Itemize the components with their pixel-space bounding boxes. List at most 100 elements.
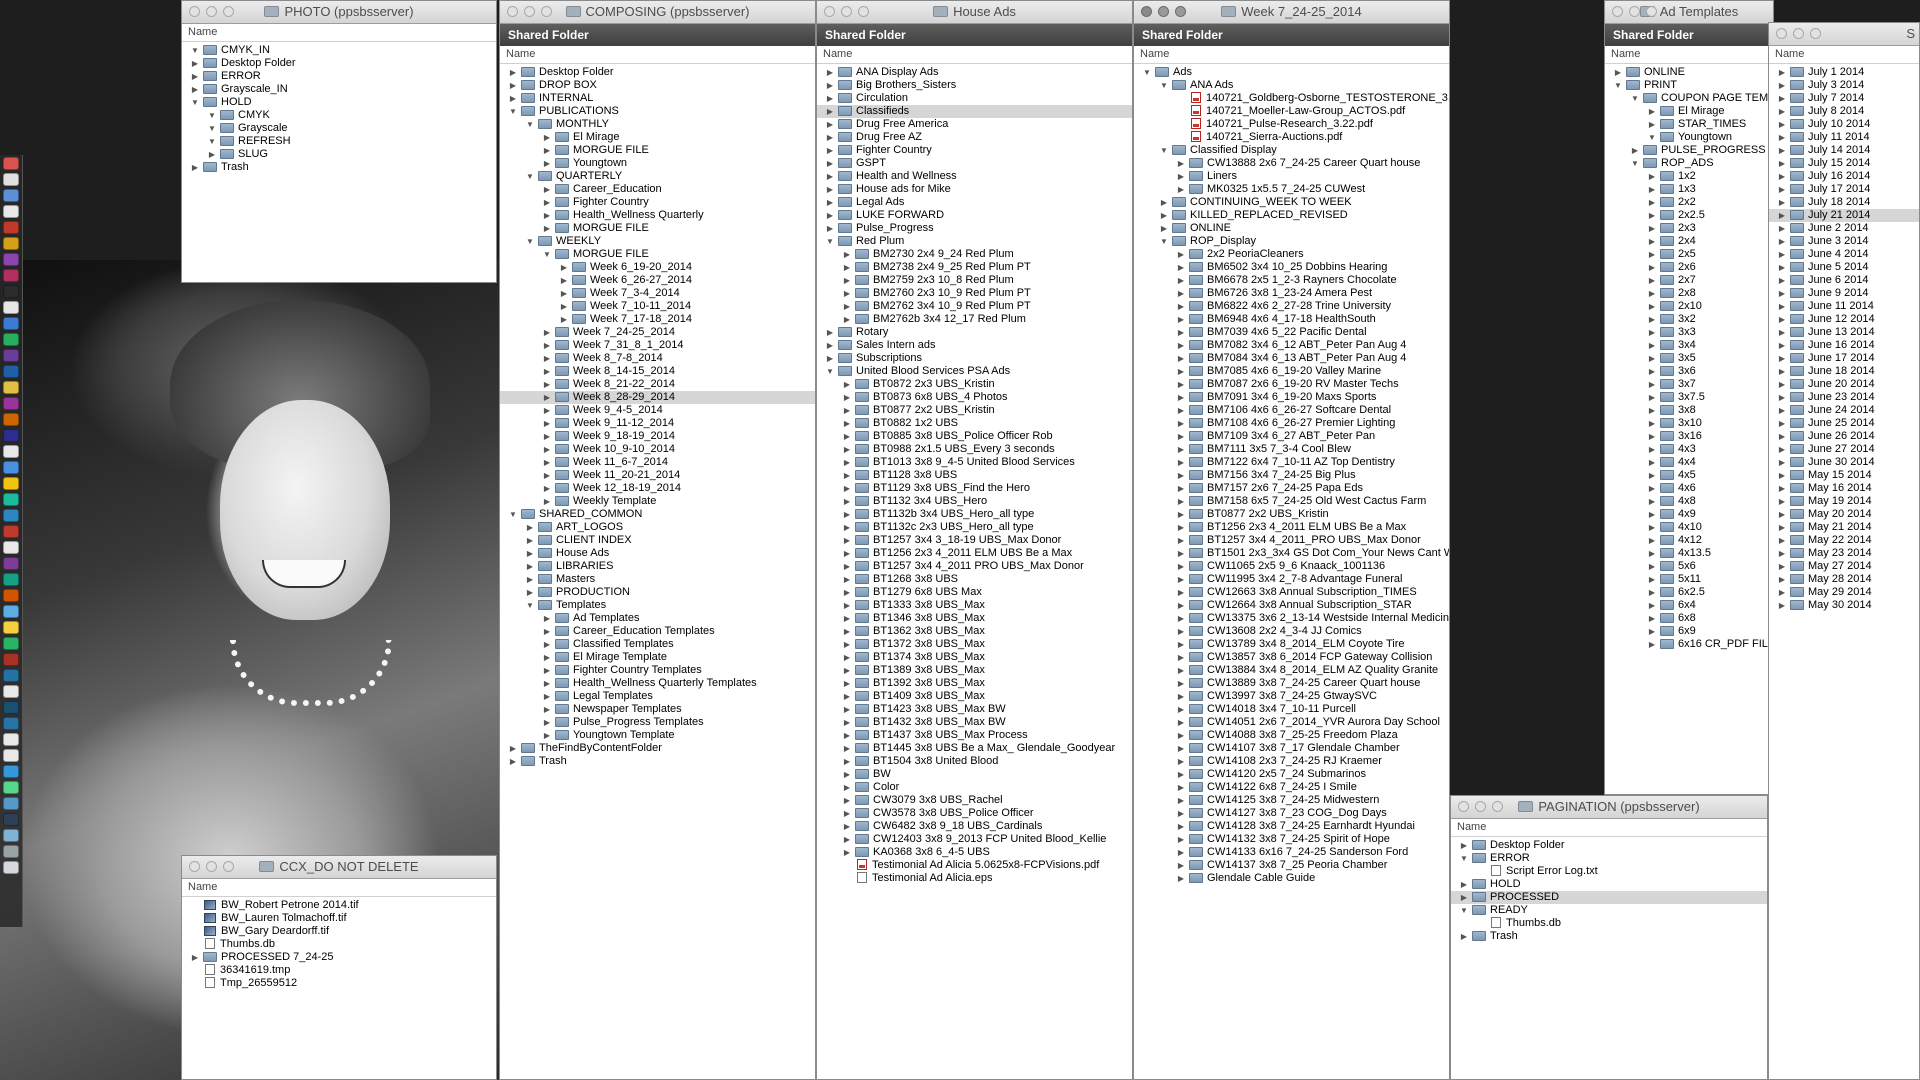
- disclosure-collapsed-icon[interactable]: ▶: [1176, 742, 1186, 755]
- folder-row[interactable]: ▶ Legal Ads: [817, 196, 1132, 209]
- disclosure-collapsed-icon[interactable]: ▶: [1777, 404, 1787, 417]
- disclosure-collapsed-icon[interactable]: ▶: [1777, 274, 1787, 287]
- folder-row[interactable]: ▶ BM6822 4x6 2_27-28 Trine University: [1134, 300, 1449, 313]
- folder-row[interactable]: ▶ CW14108 2x3 7_24-25 RJ Kraemer: [1134, 755, 1449, 768]
- folder-row[interactable]: ▶ ANA Display Ads: [817, 66, 1132, 79]
- disclosure-collapsed-icon[interactable]: ▶: [542, 703, 552, 716]
- folder-row[interactable]: ▶ 2x6: [1605, 261, 1773, 274]
- disclosure-collapsed-icon[interactable]: ▶: [1777, 222, 1787, 235]
- folder-row[interactable]: ▶ July 8 2014: [1769, 105, 1919, 118]
- folder-row[interactable]: ▶ BT0872 2x3 UBS_Kristin: [817, 378, 1132, 391]
- folder-row[interactable]: ▶ Rotary: [817, 326, 1132, 339]
- disclosure-collapsed-icon[interactable]: ▶: [525, 560, 535, 573]
- folder-row[interactable]: ▶ BM7085 4x6 6_19-20 Valley Marine: [1134, 365, 1449, 378]
- folder-row[interactable]: ▼ ROP_Display: [1134, 235, 1449, 248]
- disclosure-collapsed-icon[interactable]: ▶: [190, 57, 200, 70]
- disclosure-collapsed-icon[interactable]: ▶: [842, 378, 852, 391]
- column-header-name[interactable]: Name: [182, 879, 496, 897]
- disclosure-collapsed-icon[interactable]: ▶: [842, 404, 852, 417]
- folder-row[interactable]: ▶ 3x5: [1605, 352, 1773, 365]
- folder-row[interactable]: ▶ PROCESSED: [1451, 891, 1767, 904]
- disclosure-collapsed-icon[interactable]: ▶: [1777, 313, 1787, 326]
- dock-app-icon[interactable]: [3, 637, 19, 650]
- dock-app-icon[interactable]: [3, 333, 19, 346]
- disclosure-collapsed-icon[interactable]: ▶: [842, 534, 852, 547]
- minimize-button[interactable]: [1793, 28, 1804, 39]
- disclosure-collapsed-icon[interactable]: ▶: [1647, 339, 1657, 352]
- folder-row[interactable]: ▶ STAR_TIMES: [1605, 118, 1773, 131]
- folder-row[interactable]: ▶ July 18 2014: [1769, 196, 1919, 209]
- folder-row[interactable]: ▶ Week 8_7-8_2014: [500, 352, 815, 365]
- folder-row[interactable]: ▶ June 12 2014: [1769, 313, 1919, 326]
- folder-row[interactable]: ▶ June 13 2014: [1769, 326, 1919, 339]
- disclosure-collapsed-icon[interactable]: ▶: [1777, 287, 1787, 300]
- folder-row[interactable]: ▶ Liners: [1134, 170, 1449, 183]
- folder-row[interactable]: ▶ CLIENT INDEX: [500, 534, 815, 547]
- dock-app-icon[interactable]: [3, 525, 19, 538]
- disclosure-collapsed-icon[interactable]: ▶: [1459, 930, 1469, 943]
- folder-row[interactable]: ▶ July 11 2014: [1769, 131, 1919, 144]
- folder-row[interactable]: ▶ BT1445 3x8 UBS Be a Max_ Glendale_Goody…: [817, 742, 1132, 755]
- disclosure-collapsed-icon[interactable]: ▶: [1176, 157, 1186, 170]
- folder-row[interactable]: ▶ Pulse_Progress: [817, 222, 1132, 235]
- disclosure-collapsed-icon[interactable]: ▶: [825, 131, 835, 144]
- folder-row[interactable]: ▶ CW13884 3x4 8_2014_ELM AZ Quality Grani…: [1134, 664, 1449, 677]
- disclosure-collapsed-icon[interactable]: ▶: [1176, 703, 1186, 716]
- folder-row[interactable]: ▶ BT1013 3x8 9_4-5 United Blood Services: [817, 456, 1132, 469]
- folder-row[interactable]: ▶ BT1362 3x8 UBS_Max: [817, 625, 1132, 638]
- disclosure-collapsed-icon[interactable]: ▶: [1647, 196, 1657, 209]
- disclosure-collapsed-icon[interactable]: ▶: [1647, 508, 1657, 521]
- folder-row[interactable]: ▶ CW14107 3x8 7_17 Glendale Chamber: [1134, 742, 1449, 755]
- disclosure-collapsed-icon[interactable]: ▶: [1777, 261, 1787, 274]
- dock-app-icon[interactable]: [3, 605, 19, 618]
- disclosure-collapsed-icon[interactable]: ▶: [825, 222, 835, 235]
- disclosure-collapsed-icon[interactable]: ▶: [542, 430, 552, 443]
- disclosure-collapsed-icon[interactable]: ▶: [1159, 222, 1169, 235]
- folder-row[interactable]: ▶ MORGUE FILE: [500, 144, 815, 157]
- folder-row[interactable]: ▶ CW12663 3x8 Annual Subscription_TIMES: [1134, 586, 1449, 599]
- disclosure-collapsed-icon[interactable]: ▶: [842, 742, 852, 755]
- disclosure-collapsed-icon[interactable]: ▶: [842, 612, 852, 625]
- disclosure-collapsed-icon[interactable]: ▶: [842, 248, 852, 261]
- file-row[interactable]: Thumbs.db: [182, 938, 496, 951]
- folder-row[interactable]: ▶ CW12403 3x8 9_2013 FCP United Blood_Kel…: [817, 833, 1132, 846]
- folder-row[interactable]: ▶ 2x2.5: [1605, 209, 1773, 222]
- folder-row[interactable]: ▶ BM2738 2x4 9_25 Red Plum PT: [817, 261, 1132, 274]
- folder-row[interactable]: ▶ BT1128 3x8 UBS: [817, 469, 1132, 482]
- disclosure-collapsed-icon[interactable]: ▶: [1176, 183, 1186, 196]
- disclosure-collapsed-icon[interactable]: ▶: [542, 443, 552, 456]
- window-titlebar[interactable]: S: [1769, 23, 1919, 46]
- folder-row[interactable]: ▶ Big Brothers_Sisters: [817, 79, 1132, 92]
- folder-row[interactable]: ▶ BM7156 3x4 7_24-25 Big Plus: [1134, 469, 1449, 482]
- disclosure-collapsed-icon[interactable]: ▶: [1777, 430, 1787, 443]
- disclosure-expanded-icon[interactable]: ▼: [1142, 66, 1152, 79]
- dock-app-icon[interactable]: [3, 621, 19, 634]
- close-button[interactable]: [189, 861, 200, 872]
- file-row[interactable]: Script Error Log.txt: [1451, 865, 1767, 878]
- folder-row[interactable]: ▶ CW13857 3x8 6_2014 FCP Gateway Collisio…: [1134, 651, 1449, 664]
- folder-row[interactable]: ▼ QUARTERLY: [500, 170, 815, 183]
- disclosure-collapsed-icon[interactable]: ▶: [842, 300, 852, 313]
- disclosure-collapsed-icon[interactable]: ▶: [542, 417, 552, 430]
- minimize-button[interactable]: [206, 861, 217, 872]
- disclosure-collapsed-icon[interactable]: ▶: [1613, 66, 1623, 79]
- folder-row[interactable]: ▶ Classifieds: [817, 105, 1132, 118]
- disclosure-collapsed-icon[interactable]: ▶: [542, 625, 552, 638]
- folder-row[interactable]: ▶ CW14127 3x8 7_23 COG_Dog Days: [1134, 807, 1449, 820]
- disclosure-collapsed-icon[interactable]: ▶: [825, 326, 835, 339]
- disclosure-collapsed-icon[interactable]: ▶: [1777, 235, 1787, 248]
- disclosure-collapsed-icon[interactable]: ▶: [525, 547, 535, 560]
- dock-app-icon[interactable]: [3, 653, 19, 666]
- folder-row[interactable]: ▼ Templates: [500, 599, 815, 612]
- file-row[interactable]: BW_Robert Petrone 2014.tif: [182, 899, 496, 912]
- disclosure-collapsed-icon[interactable]: ▶: [1777, 495, 1787, 508]
- disclosure-collapsed-icon[interactable]: ▶: [1176, 547, 1186, 560]
- disclosure-collapsed-icon[interactable]: ▶: [1176, 638, 1186, 651]
- file-row[interactable]: 36341619.tmp: [182, 964, 496, 977]
- folder-row[interactable]: ▶ Week 8_28-29_2014: [500, 391, 815, 404]
- folder-row[interactable]: ▶ July 7 2014: [1769, 92, 1919, 105]
- disclosure-collapsed-icon[interactable]: ▶: [1176, 573, 1186, 586]
- disclosure-collapsed-icon[interactable]: ▶: [1159, 196, 1169, 209]
- folder-row[interactable]: ▶ BM7157 2x6 7_24-25 Papa Eds: [1134, 482, 1449, 495]
- disclosure-collapsed-icon[interactable]: ▶: [542, 131, 552, 144]
